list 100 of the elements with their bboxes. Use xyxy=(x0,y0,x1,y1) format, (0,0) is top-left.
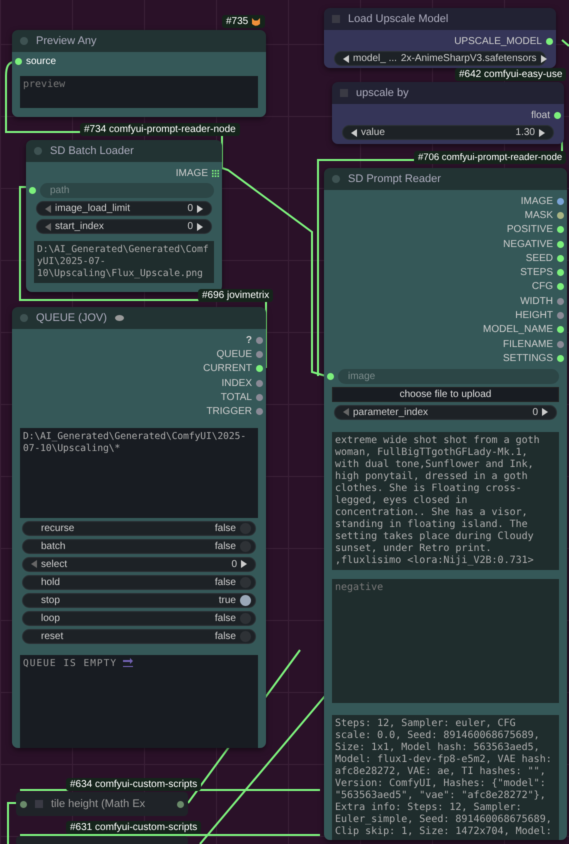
toggle-widget[interactable]: loop false xyxy=(22,610,256,626)
output-dot[interactable] xyxy=(557,283,564,290)
collapse-dot[interactable] xyxy=(34,147,42,155)
output-dot[interactable] xyxy=(557,326,564,334)
output-dot[interactable] xyxy=(554,112,561,119)
node-title: QUEUE (JOV) xyxy=(36,312,107,324)
node-header[interactable]: SD Batch Loader xyxy=(26,140,222,162)
output-label: WIDTH xyxy=(520,296,553,307)
upload-button[interactable]: choose file to upload xyxy=(332,386,559,402)
output-dot[interactable] xyxy=(256,336,263,344)
arrow-icon xyxy=(123,658,134,667)
output-label: POSITIVE xyxy=(506,224,553,236)
toggle-widget[interactable]: hold false xyxy=(22,574,256,590)
node-badge: #634 comfyui-custom-scripts xyxy=(66,778,202,791)
number-widget[interactable]: select 0 xyxy=(22,556,256,572)
output-dot[interactable] xyxy=(557,340,564,348)
toggle-knob[interactable] xyxy=(240,612,251,624)
toggle-widget[interactable]: recurse false xyxy=(22,520,256,536)
output-label: MASK xyxy=(524,210,553,221)
output-dot[interactable] xyxy=(557,212,564,219)
output-label: INDEX xyxy=(221,378,252,389)
input-label: source xyxy=(26,56,56,67)
output-dot[interactable] xyxy=(557,198,564,205)
node-header[interactable]: Load Upscale Model xyxy=(324,8,556,30)
output-label: TOTAL xyxy=(220,392,252,403)
preview-field[interactable]: preview xyxy=(20,76,258,108)
output-label: float xyxy=(531,110,550,121)
cat-icon xyxy=(251,16,262,26)
collapse-dot[interactable] xyxy=(332,175,340,183)
toggle-widget[interactable]: batch false xyxy=(22,538,256,554)
node-title: SD Prompt Reader xyxy=(348,173,441,185)
output-label: FILENAME xyxy=(502,338,553,350)
output-dot[interactable] xyxy=(256,350,263,358)
negative-prompt-field[interactable]: negative xyxy=(332,578,559,703)
output-label: TRIGGER xyxy=(206,406,252,418)
collapse-dot[interactable] xyxy=(20,37,28,45)
output-dot[interactable] xyxy=(256,394,263,401)
connection-wire xyxy=(561,39,569,47)
number-widget[interactable]: value 1.30 xyxy=(342,125,554,140)
output-dot[interactable] xyxy=(256,365,263,372)
output-dot[interactable] xyxy=(557,226,564,234)
output-label: CFG xyxy=(532,281,553,292)
right-arrow-icon[interactable] xyxy=(241,560,247,568)
input-dot[interactable] xyxy=(29,187,36,194)
collapsed-node[interactable]: tile height (Math Ex xyxy=(16,792,188,816)
right-arrow-icon[interactable] xyxy=(197,204,203,213)
output-label: QUEUE xyxy=(216,348,252,360)
path-pattern-field[interactable]: D:\AI_Generated\Generated\ComfyUI\2025-07-10\Upscaling\* xyxy=(20,428,258,518)
collapse-dot[interactable] xyxy=(20,314,28,322)
output-label: ? xyxy=(246,334,252,346)
node-title: Preview Any xyxy=(36,35,97,47)
disk-icon xyxy=(114,315,124,321)
output-dot[interactable] xyxy=(557,312,564,320)
output-label: SEED xyxy=(526,252,553,264)
toggle-knob[interactable] xyxy=(240,522,251,534)
right-arrow-icon[interactable] xyxy=(197,222,203,231)
toggle-knob[interactable] xyxy=(240,630,251,642)
output-dot[interactable] xyxy=(256,380,263,387)
node-header[interactable]: upscale by xyxy=(332,82,564,104)
output-label: MODEL_NAME xyxy=(482,324,553,336)
left-arrow-icon[interactable] xyxy=(351,128,357,137)
collapsed-node[interactable] xyxy=(16,836,188,844)
output-dot[interactable] xyxy=(256,408,263,416)
input-dot[interactable] xyxy=(20,800,27,808)
output-dot[interactable] xyxy=(557,254,564,262)
output-dot[interactable] xyxy=(177,800,184,808)
right-arrow-icon[interactable] xyxy=(542,408,548,416)
toggle-knob[interactable] xyxy=(240,594,251,606)
number-widget[interactable]: parameter_index 0 xyxy=(334,404,557,420)
number-widget[interactable]: image_load_limit 0 xyxy=(36,201,212,216)
grid-icon[interactable] xyxy=(212,170,219,177)
output-label: STEPS xyxy=(520,267,553,278)
path-field[interactable]: path xyxy=(40,183,214,198)
output-dot[interactable] xyxy=(557,240,564,248)
toggle-knob[interactable] xyxy=(240,576,251,588)
toggle-widget[interactable]: stop true xyxy=(22,592,256,608)
number-widget[interactable]: start_index 0 xyxy=(36,219,212,234)
toggle-knob[interactable] xyxy=(240,540,251,552)
node-badge: #735 xyxy=(222,15,266,28)
output-dot[interactable] xyxy=(557,354,564,362)
right-arrow-icon[interactable] xyxy=(539,128,545,137)
node-header[interactable]: Preview Any xyxy=(12,30,266,52)
node-header[interactable]: SD Prompt Reader xyxy=(324,168,567,190)
input-dot[interactable] xyxy=(327,372,334,380)
node-badge: #696 jovimetrix xyxy=(198,289,274,302)
dropdown-widget[interactable]: model_ ... 2x-AnimeSharpV3.safetensors xyxy=(334,51,546,66)
output-dot[interactable] xyxy=(557,269,564,276)
queue-status-text: QUEUE IS EMPTY xyxy=(23,658,118,670)
image-field[interactable]: image xyxy=(338,368,559,384)
connection-wire xyxy=(7,802,18,844)
output-dot[interactable] xyxy=(557,298,564,305)
right-arrow-icon[interactable] xyxy=(540,54,547,63)
settings-field[interactable]: Steps: 12, Sampler: euler, CFG scale: 0.0, Seed: 891460068675689, Size: 1x1, Model hash: 563563aed5, Model: flux1-dev-fp8-e5m2, VAE hash: afc8e28272, VAE: ae, TI hashes: "", Version: ComfyUI, Hashes: {"model": "563563aed5", "vae": "afc8e28272"}, Extra info: Steps: 12, Sampler: Euler_simple, Seed: 891460068675689, Clip skip: 1, Size: 1472x704, Model: xyxy=(332,714,559,840)
toggle-widget[interactable]: reset false xyxy=(22,628,256,644)
node-header[interactable]: QUEUE (JOV) xyxy=(12,307,266,329)
output-label: IMAGE xyxy=(520,196,553,207)
output-dot[interactable] xyxy=(546,38,553,45)
input-dot[interactable] xyxy=(15,58,22,65)
left-arrow-icon[interactable] xyxy=(343,54,349,63)
positive-prompt-field[interactable]: extreme wide shot shot from a goth woman, FullBigTTgothGFLady-Mk.1, with dual tone,Sunflower and Ink, high ponytail, dressed in a goth clothes. She is Floating cross-legged, eyes closed in concentration.. She has a visor, standing in floating island. The setting takes place during Cloudy sunset, under Retro print. ,fluxlisimo <lora:Niji_V2B:0.731> xyxy=(332,432,559,570)
